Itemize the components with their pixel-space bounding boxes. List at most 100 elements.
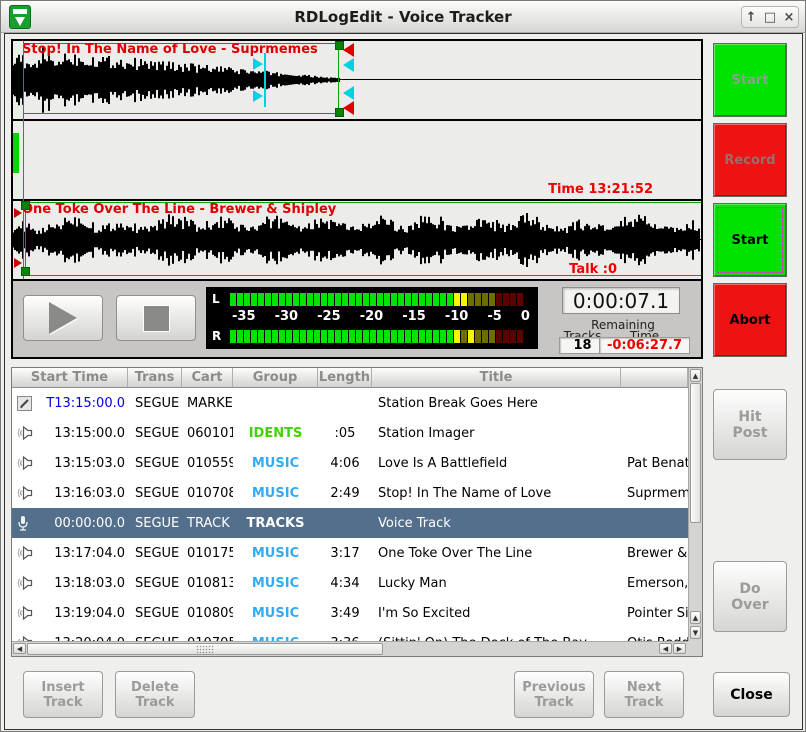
cell-group: IDENTS — [233, 418, 318, 448]
meter-segment — [517, 330, 523, 343]
previous-track-button[interactable]: Previous Track — [514, 671, 594, 718]
scroll-right-button[interactable]: ▶ — [673, 643, 686, 654]
horizontal-scrollbar[interactable]: ◀ ◀ ▶ — [12, 641, 688, 656]
column-header-length[interactable]: Length — [318, 368, 372, 388]
meter-segment — [454, 293, 460, 306]
log-row[interactable]: 00:00:00.0SEGUETRACKTRACKSVoice Track — [12, 508, 688, 538]
scroll-left-button[interactable]: ◀ — [13, 643, 26, 654]
column-header-start-time[interactable]: Start Time — [12, 368, 128, 388]
meter-segment — [426, 330, 432, 343]
segue-point-icon[interactable] — [253, 58, 263, 70]
meter-segment — [510, 293, 516, 306]
cell-artist: Pat Benatar — [621, 448, 688, 478]
segue-point-icon[interactable] — [253, 90, 263, 102]
transport-panel: L -35-30-25-20-15-10-50 R 0:00:07.1 Rema… — [11, 281, 703, 359]
log-row[interactable]: 13:19:04.0SEGUE010809MUSIC3:49I'm So Exc… — [12, 598, 688, 628]
cell-len: 3:17 — [318, 538, 372, 568]
insert-track-button[interactable]: Insert Track — [23, 671, 103, 718]
meter-segment — [244, 330, 250, 343]
log-row[interactable]: 13:15:03.0SEGUE010559MUSIC4:06Love Is A … — [12, 448, 688, 478]
segue-marker-icon[interactable] — [343, 86, 354, 100]
cell-trans: SEGUE — [128, 508, 182, 538]
meter-segment — [398, 293, 404, 306]
abort-button-4[interactable]: Abort — [713, 283, 787, 357]
column-header-group[interactable]: Group — [233, 368, 318, 388]
meter-right-label: R — [212, 329, 230, 343]
hit-post-button[interactable]: Hit Post — [713, 389, 787, 460]
meter-left-label: L — [212, 292, 230, 306]
log-row[interactable]: 13:20:04.0SEGUE010705MUSIC3:36(Sittin' O… — [12, 628, 688, 641]
time-readout: Time 13:21:52 — [548, 182, 653, 197]
shade-button[interactable]: ↑ — [746, 11, 757, 24]
meter-segment — [300, 330, 306, 343]
cell-group: MUSIC — [233, 538, 318, 568]
meter-segment — [510, 330, 516, 343]
play-button[interactable] — [23, 295, 103, 341]
segue-marker-icon[interactable] — [343, 58, 354, 72]
meter-segment — [293, 330, 299, 343]
region-start-handle-bottom[interactable] — [21, 267, 30, 276]
start-button-1[interactable]: Start — [713, 43, 787, 117]
cell-start-time: T13:15:00.0 — [46, 396, 128, 411]
delete-track-button[interactable]: Delete Track — [115, 671, 195, 718]
meter-segment — [440, 293, 446, 306]
cell-start: 00:00:00.0 — [12, 508, 128, 538]
scroll-up-button[interactable]: ▲ — [690, 369, 701, 382]
stop-icon — [143, 305, 170, 332]
column-header-blank[interactable] — [621, 368, 688, 388]
fade-marker-icon[interactable] — [14, 258, 22, 268]
close-button[interactable]: Close — [713, 672, 790, 717]
cell-trans: SEGUE — [128, 598, 182, 628]
cell-title: Love Is A Battlefield — [372, 448, 621, 478]
column-header-cart[interactable]: Cart — [182, 368, 233, 388]
close-button[interactable]: × — [783, 11, 794, 24]
remaining-time-value: -0:06:27.7 — [599, 337, 690, 354]
cell-group: TRACKS — [233, 508, 318, 538]
elapsed-time-display: 0:00:07.1 — [562, 287, 680, 314]
cell-cart: 010708 — [182, 478, 233, 508]
column-header-trans[interactable]: Trans — [128, 368, 182, 388]
scrollbar-corner — [688, 641, 702, 656]
log-row[interactable]: 13:17:04.0SEGUE010175MUSIC3:17One Toke O… — [12, 538, 688, 568]
meter-segment — [251, 330, 257, 343]
record-button-2[interactable]: Record — [713, 123, 787, 197]
do-over-button[interactable]: Do Over — [713, 561, 787, 632]
meter-segment — [335, 330, 341, 343]
meter-segment — [314, 293, 320, 306]
meter-segment — [370, 330, 376, 343]
horizontal-scroll-thumb[interactable] — [27, 643, 383, 655]
column-header-title[interactable]: Title — [372, 368, 621, 388]
log-row[interactable]: 13:15:00.0SEGUE060101IDENTS:05Station Im… — [12, 418, 688, 448]
region-start-handle-top[interactable] — [21, 201, 30, 210]
start-button-3[interactable]: Start — [713, 203, 787, 277]
scroll-left-button[interactable]: ◀ — [659, 643, 672, 654]
scroll-up-button[interactable]: ▲ — [690, 611, 701, 624]
maximize-button[interactable]: □ — [764, 11, 776, 24]
waveform-track-2[interactable]: Time 13:21:52 — [13, 121, 701, 199]
waveform-track-1[interactable]: Stop! In The Name of Love - Suprmemes — [13, 41, 701, 119]
cell-cart: 010705 — [182, 628, 233, 641]
fade-marker-icon[interactable] — [343, 43, 354, 57]
waveform-track-3[interactable]: One Toke Over The Line - Brewer & Shiple… — [13, 201, 701, 279]
next-track-button[interactable]: Next Track — [604, 671, 684, 718]
segue-point-line[interactable] — [264, 53, 266, 107]
play-icon — [49, 302, 77, 334]
speaker-icon — [16, 605, 33, 621]
vertical-scroll-thumb[interactable] — [690, 383, 701, 523]
playhead-line — [23, 41, 24, 279]
log-row[interactable]: T13:15:00.0SEGUEMARKERStation Break Goes… — [12, 388, 688, 418]
meter-scale-tick: -5 — [487, 309, 501, 324]
track1-title: Stop! In The Name of Love - Suprmemes — [22, 42, 318, 57]
stop-button[interactable] — [116, 295, 196, 341]
scroll-down-button[interactable]: ▼ — [690, 626, 701, 639]
vertical-scrollbar[interactable]: ▲ ▲ ▼ — [688, 368, 702, 642]
cell-title: I'm So Excited — [372, 598, 621, 628]
titlebar[interactable]: RDLogEdit - Voice Tracker ↑□× — [1, 1, 805, 33]
meter-left-segments — [230, 293, 523, 306]
fade-marker-icon[interactable] — [14, 208, 22, 218]
log-row[interactable]: 13:16:03.0SEGUE010708MUSIC2:49Stop! In T… — [12, 478, 688, 508]
log-row[interactable]: 13:18:03.0SEGUE010813MUSIC4:34Lucky ManE… — [12, 568, 688, 598]
record-start-bar — [13, 133, 19, 173]
meter-segment — [349, 330, 355, 343]
fade-marker-icon[interactable] — [343, 101, 354, 115]
